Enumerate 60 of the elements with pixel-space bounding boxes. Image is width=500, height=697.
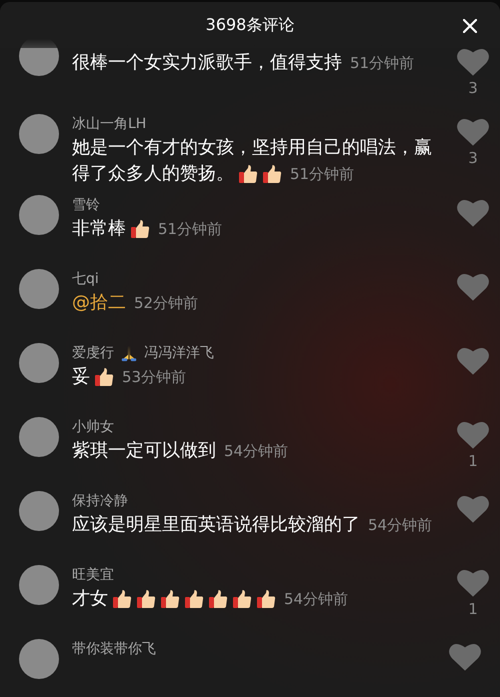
thumbs-up-icon: [262, 164, 282, 184]
heart-icon[interactable]: [456, 116, 490, 147]
comment-time: 51分钟前: [158, 219, 222, 240]
mention-link[interactable]: @拾二: [72, 290, 126, 316]
thumbs-up-icon: [256, 589, 276, 609]
heart-icon[interactable]: [456, 46, 490, 77]
thumbs-up-icon: [208, 589, 228, 609]
comment-time: 54分钟前: [224, 441, 288, 462]
avatar[interactable]: [19, 195, 59, 235]
comment-text: 才女: [72, 587, 108, 611]
username[interactable]: 冰山一角LH: [72, 115, 146, 133]
username[interactable]: 保持冷静: [72, 492, 128, 510]
heart-icon[interactable]: [456, 271, 490, 302]
close-icon[interactable]: [462, 18, 478, 34]
username[interactable]: 小帅女: [72, 418, 114, 436]
username[interactable]: 七qi: [72, 270, 99, 288]
username[interactable]: 爱虔行: [72, 344, 114, 362]
thumbs-up-icon: [94, 367, 114, 387]
comment-text: 妥: [72, 365, 90, 389]
thumbs-up-icon: [232, 589, 252, 609]
heart-icon[interactable]: [456, 197, 490, 228]
comment-text: 很棒一个女实力派歌手，值得支持: [72, 51, 342, 75]
comment-time: 51分钟前: [290, 164, 354, 185]
comment-text: 她是一个有才的女孩，坚持用自己的唱法，赢: [72, 136, 432, 160]
comment-text: 得了众多人的赞扬。: [72, 162, 234, 186]
heart-icon[interactable]: [456, 419, 490, 450]
thumbs-up-icon: [112, 589, 132, 609]
thumbs-up-icon: [136, 589, 156, 609]
username[interactable]: 冯冯洋洋飞: [144, 344, 214, 362]
thumbs-up-icon: [130, 219, 150, 239]
like-count: 1: [468, 452, 478, 470]
username[interactable]: 雪铃: [72, 196, 100, 214]
thumbs-up-icon: [184, 589, 204, 609]
username[interactable]: 带你装带你飞: [72, 640, 156, 658]
heart-icon[interactable]: [456, 493, 490, 524]
comment-time: 53分钟前: [122, 367, 186, 388]
avatar[interactable]: [19, 491, 59, 531]
comment-time: 54分钟前: [368, 515, 432, 536]
like-count: 1: [468, 600, 478, 618]
avatar[interactable]: [19, 639, 59, 679]
comment-text: 紫琪一定可以做到: [72, 439, 216, 463]
avatar[interactable]: [19, 269, 59, 309]
thumbs-up-icon: [238, 164, 258, 184]
username[interactable]: 旺美宜: [72, 566, 114, 584]
avatar[interactable]: [19, 417, 59, 457]
comment-time: 54分钟前: [284, 589, 348, 610]
like-count: 3: [468, 79, 478, 97]
avatar[interactable]: [19, 565, 59, 605]
like-count: 3: [468, 149, 478, 167]
comment-text: 非常棒: [72, 217, 126, 241]
comment-text: 应该是明星里面英语说得比较溜的了: [72, 513, 360, 537]
thumbs-up-icon: [160, 589, 180, 609]
avatar[interactable]: [19, 343, 59, 383]
comment-time: 51分钟前: [350, 53, 414, 74]
heart-icon[interactable]: [456, 567, 490, 598]
heart-icon[interactable]: [448, 641, 482, 672]
avatar[interactable]: [19, 114, 59, 154]
comment-time: 52分钟前: [134, 293, 198, 314]
comments-title: 3698条评论: [206, 14, 294, 36]
heart-icon[interactable]: [456, 345, 490, 376]
